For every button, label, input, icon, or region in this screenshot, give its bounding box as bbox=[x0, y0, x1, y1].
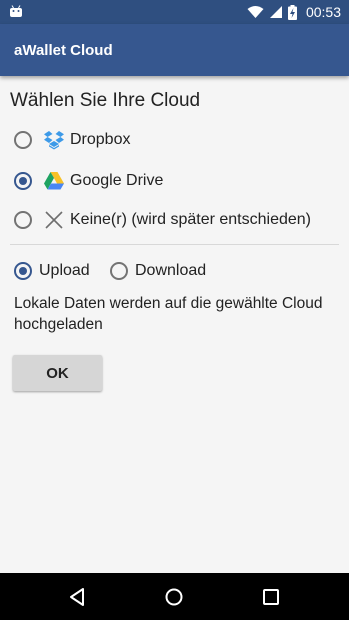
radio-download[interactable] bbox=[110, 262, 128, 280]
recents-icon[interactable] bbox=[261, 587, 281, 607]
option-google-drive[interactable]: Google Drive bbox=[14, 169, 163, 193]
radio-google-drive[interactable] bbox=[14, 172, 32, 190]
option-dropbox-label: Dropbox bbox=[70, 131, 131, 148]
radio-none[interactable] bbox=[14, 211, 32, 229]
radio-upload[interactable] bbox=[14, 262, 32, 280]
option-dropbox[interactable]: Dropbox bbox=[14, 128, 130, 152]
cloud-heading: Wählen Sie Ihre Cloud bbox=[10, 90, 201, 111]
home-icon[interactable] bbox=[164, 587, 184, 607]
google-drive-icon bbox=[44, 172, 64, 190]
option-upload-label: Upload bbox=[39, 262, 90, 279]
close-x-icon bbox=[45, 211, 63, 229]
option-google-drive-label: Google Drive bbox=[70, 172, 164, 189]
option-download-label: Download bbox=[135, 262, 207, 279]
dropbox-icon bbox=[44, 131, 64, 150]
option-none[interactable]: Keine(r) (wird später entschieden) bbox=[14, 208, 311, 232]
status-bar: 00:53 bbox=[0, 0, 349, 24]
option-download[interactable]: Download bbox=[110, 259, 206, 283]
status-clock: 00:53 bbox=[305, 4, 341, 20]
sync-description: Lokale Daten werden auf die gewählte Clo… bbox=[14, 295, 323, 333]
battery-charging-icon bbox=[288, 4, 297, 20]
nav-bar bbox=[0, 573, 349, 620]
option-upload[interactable]: Upload bbox=[14, 259, 90, 283]
ok-button[interactable]: OK bbox=[13, 355, 102, 391]
back-icon[interactable] bbox=[68, 587, 88, 607]
wifi-icon bbox=[247, 6, 264, 18]
app-bar: aWallet Cloud bbox=[0, 24, 349, 76]
divider bbox=[10, 244, 339, 245]
radio-dropbox[interactable] bbox=[14, 131, 32, 149]
app-title: aWallet Cloud bbox=[14, 42, 113, 59]
signal-icon bbox=[270, 6, 282, 18]
option-none-label: Keine(r) (wird später entschieden) bbox=[70, 211, 311, 228]
android-icon bbox=[10, 5, 22, 17]
